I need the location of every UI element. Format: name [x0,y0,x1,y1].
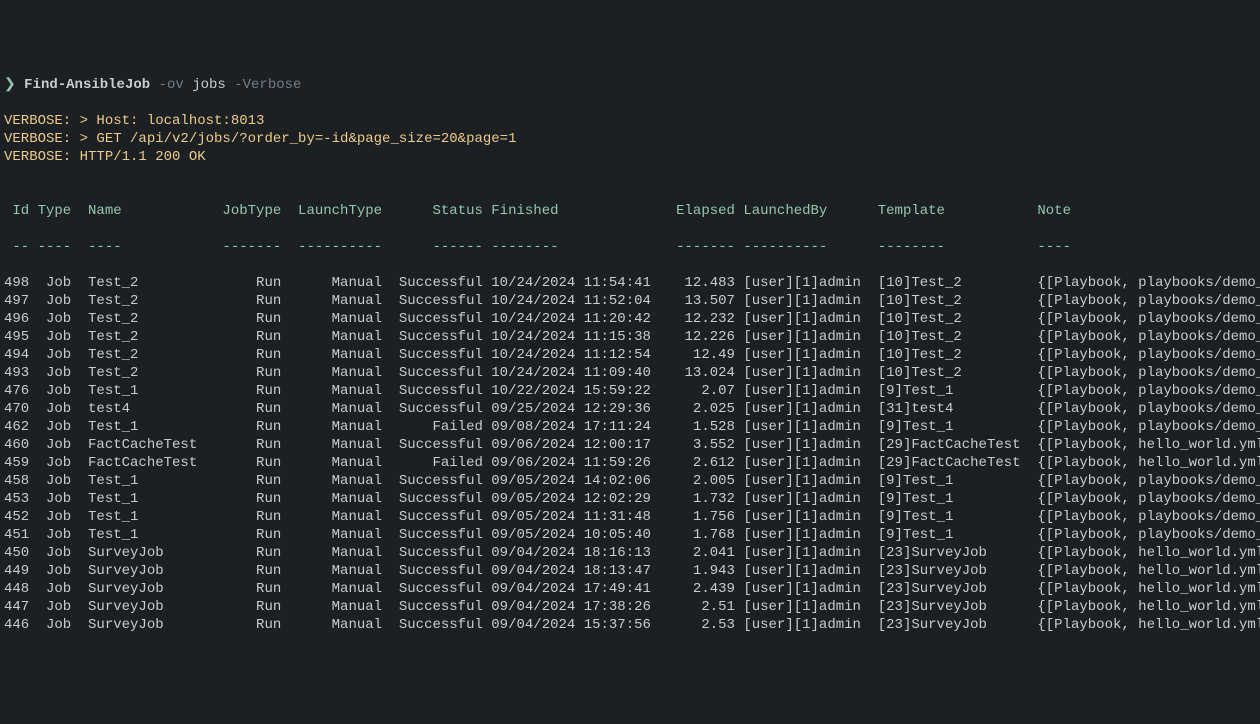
table-row: 493 Job Test_2 Run Manual Successful 10/… [4,364,1260,382]
prompt-symbol: ❯ [4,77,16,93]
table-row: 448 Job SurveyJob Run Manual Successful … [4,580,1260,598]
table-row: 451 Job Test_1 Run Manual Successful 09/… [4,526,1260,544]
table-row: 494 Job Test_2 Run Manual Successful 10/… [4,346,1260,364]
table-row: 470 Job test4 Run Manual Successful 09/2… [4,400,1260,418]
verbose-line: VERBOSE: HTTP/1.1 200 OK [4,148,1260,166]
verbose-output: VERBOSE: > Host: localhost:8013VERBOSE: … [4,112,1260,166]
verbose-line: VERBOSE: > Host: localhost:8013 [4,112,1260,130]
table-row: 458 Job Test_1 Run Manual Successful 09/… [4,472,1260,490]
table-row: 462 Job Test_1 Run Manual Failed 09/08/2… [4,418,1260,436]
command-line[interactable]: ❯ Find-AnsibleJob -ov jobs -Verbose [4,76,1260,94]
table-row: 449 Job SurveyJob Run Manual Successful … [4,562,1260,580]
table-body: 498 Job Test_2 Run Manual Successful 10/… [4,274,1260,634]
table-header-row: Id Type Name JobType LaunchType Status F… [4,202,1260,220]
table-row: 446 Job SurveyJob Run Manual Successful … [4,616,1260,634]
table-row: 453 Job Test_1 Run Manual Successful 09/… [4,490,1260,508]
verbose-line: VERBOSE: > GET /api/v2/jobs/?order_by=-i… [4,130,1260,148]
table-row: 459 Job FactCacheTest Run Manual Failed … [4,454,1260,472]
table-row: 476 Job Test_1 Run Manual Successful 10/… [4,382,1260,400]
table-row: 497 Job Test_2 Run Manual Successful 10/… [4,292,1260,310]
table-row: 495 Job Test_2 Run Manual Successful 10/… [4,328,1260,346]
table-row: 452 Job Test_1 Run Manual Successful 09/… [4,508,1260,526]
table-row: 496 Job Test_2 Run Manual Successful 10/… [4,310,1260,328]
flag-verbose: -Verbose [234,77,301,93]
arg-jobs: jobs [192,77,226,93]
table-row: 498 Job Test_2 Run Manual Successful 10/… [4,274,1260,292]
table-row: 447 Job SurveyJob Run Manual Successful … [4,598,1260,616]
flag-ov: -ov [159,77,184,93]
table-header-dashes: -- ---- ---- ------- ---------- ------ -… [4,238,1260,256]
table-row: 450 Job SurveyJob Run Manual Successful … [4,544,1260,562]
table-row: 460 Job FactCacheTest Run Manual Success… [4,436,1260,454]
command-name: Find-AnsibleJob [24,77,150,93]
